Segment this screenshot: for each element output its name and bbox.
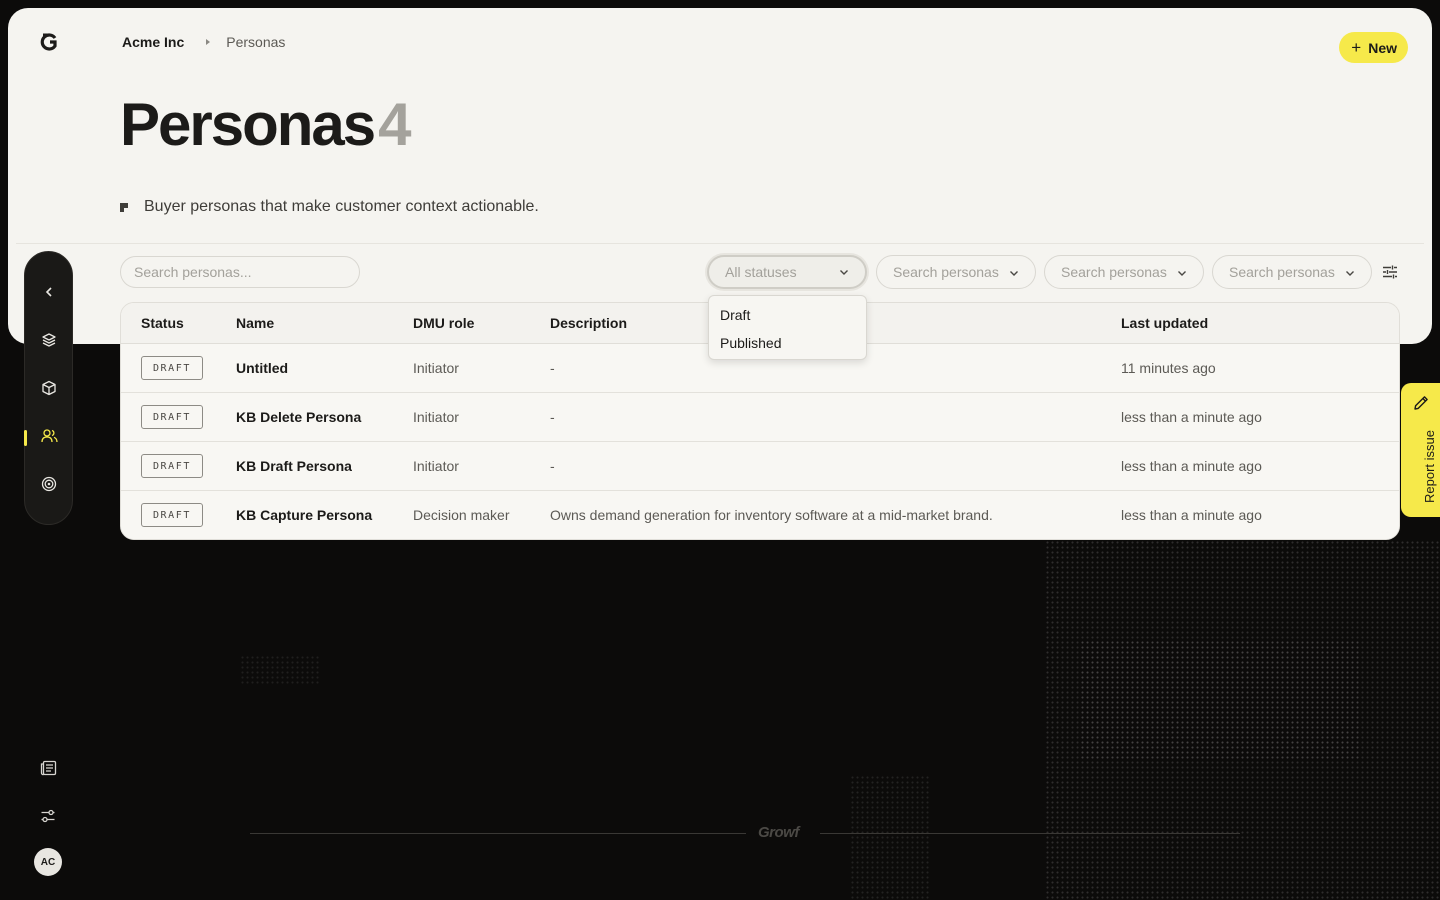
sidebar-item-layers[interactable]	[38, 329, 60, 351]
status-filter-select[interactable]: All statuses	[707, 255, 867, 289]
header-divider	[16, 243, 1424, 244]
persona-description: -	[550, 409, 555, 425]
page-title: Personas4	[120, 91, 412, 158]
footer-divider-right	[820, 833, 1240, 834]
sidebar-item-personas[interactable]	[38, 425, 60, 447]
column-header-status[interactable]: Status	[141, 315, 184, 331]
background-texture	[1045, 540, 1440, 900]
status-filter-value: All statuses	[725, 264, 797, 280]
persona-description: -	[550, 458, 555, 474]
chevron-down-icon	[840, 270, 848, 275]
persona-role: Initiator	[413, 360, 459, 376]
persona-name[interactable]: KB Capture Persona	[236, 507, 372, 523]
search-placeholder: Search personas...	[134, 264, 252, 280]
pencil-icon	[1414, 396, 1428, 410]
persona-role: Decision maker	[413, 507, 510, 523]
filter-2-value: Search personas	[893, 264, 999, 280]
sidebar-item-goals[interactable]	[38, 473, 60, 495]
background-texture	[850, 775, 930, 900]
active-indicator	[24, 430, 27, 446]
footer-brand-logo: Growf	[758, 824, 799, 841]
persona-count: 4	[378, 91, 411, 158]
growf-logo-icon[interactable]	[40, 32, 60, 52]
filter-select-4[interactable]: Search personas	[1212, 255, 1372, 289]
chevron-left-icon	[45, 287, 52, 297]
status-option-published[interactable]: Published	[709, 329, 866, 357]
page-title-text: Personas	[120, 91, 376, 158]
persona-updated: less than a minute ago	[1121, 458, 1262, 474]
newspaper-icon	[40, 760, 56, 776]
column-header-dmu-role[interactable]: DMU role	[413, 315, 474, 331]
caret-right-icon	[206, 39, 211, 45]
table-row[interactable]: DRAFT KB Draft Persona Initiator - less …	[121, 442, 1399, 491]
plus-icon: +	[1351, 37, 1362, 57]
status-badge: DRAFT	[141, 454, 203, 478]
report-issue-label: Report issue	[1422, 430, 1437, 503]
adjustments-icon[interactable]	[1381, 263, 1399, 281]
flag-icon	[120, 202, 128, 212]
users-icon	[40, 429, 58, 443]
docs-button[interactable]	[37, 757, 59, 779]
background-texture	[1080, 640, 1360, 760]
page-subtitle: Buyer personas that make customer contex…	[120, 198, 539, 216]
status-badge: DRAFT	[141, 405, 203, 429]
sidebar-item-products[interactable]	[38, 377, 60, 399]
breadcrumb-org[interactable]: Acme Inc	[122, 34, 184, 50]
persona-description: -	[550, 360, 555, 376]
persona-name[interactable]: Untitled	[236, 360, 288, 376]
persona-role: Initiator	[413, 409, 459, 425]
filter-3-value: Search personas	[1061, 264, 1167, 280]
column-header-name[interactable]: Name	[236, 315, 274, 331]
status-badge: DRAFT	[141, 356, 203, 380]
filter-select-2[interactable]: Search personas	[876, 255, 1036, 289]
new-button-label: New	[1368, 39, 1397, 56]
breadcrumb: Acme Inc Personas	[122, 34, 285, 50]
layers-icon	[42, 333, 56, 347]
persona-updated: 11 minutes ago	[1121, 360, 1216, 376]
status-badge: DRAFT	[141, 503, 203, 527]
status-option-draft[interactable]: Draft	[709, 301, 866, 329]
filter-select-3[interactable]: Search personas	[1044, 255, 1204, 289]
column-header-description[interactable]: Description	[550, 315, 627, 331]
new-persona-button[interactable]: + New	[1339, 32, 1408, 63]
sidebar-rail	[24, 251, 73, 525]
background-texture	[240, 655, 320, 685]
persona-name[interactable]: KB Draft Persona	[236, 458, 352, 474]
table-row[interactable]: DRAFT KB Delete Persona Initiator - less…	[121, 393, 1399, 442]
sliders-icon	[41, 809, 55, 823]
persona-description: Owns demand generation for inventory sof…	[550, 507, 993, 523]
persona-name[interactable]: KB Delete Persona	[236, 409, 361, 425]
search-input[interactable]: Search personas...	[120, 256, 360, 288]
header-panel: Acme Inc Personas + New Personas4 Buyer …	[8, 8, 1432, 344]
table-row[interactable]: DRAFT KB Capture Persona Decision maker …	[121, 491, 1399, 539]
preferences-button[interactable]	[37, 805, 59, 827]
footer-divider-left	[250, 833, 746, 834]
chevron-down-icon	[1010, 271, 1018, 276]
persona-updated: less than a minute ago	[1121, 409, 1262, 425]
persona-role: Initiator	[413, 458, 459, 474]
cube-icon	[42, 380, 56, 396]
status-dropdown-menu: Draft Published	[708, 295, 867, 360]
user-avatar[interactable]: AC	[34, 848, 62, 876]
breadcrumb-page: Personas	[226, 34, 286, 50]
column-header-last-updated[interactable]: Last updated	[1121, 315, 1208, 331]
filter-4-value: Search personas	[1229, 264, 1335, 280]
chevron-down-icon	[1178, 271, 1186, 276]
persona-updated: less than a minute ago	[1121, 507, 1262, 523]
report-issue-tab[interactable]: Report issue	[1401, 383, 1440, 517]
subtitle-text: Buyer personas that make customer contex…	[144, 198, 539, 215]
chevron-down-icon	[1346, 271, 1354, 276]
collapse-sidebar-button[interactable]	[38, 281, 60, 303]
target-icon	[41, 476, 57, 492]
